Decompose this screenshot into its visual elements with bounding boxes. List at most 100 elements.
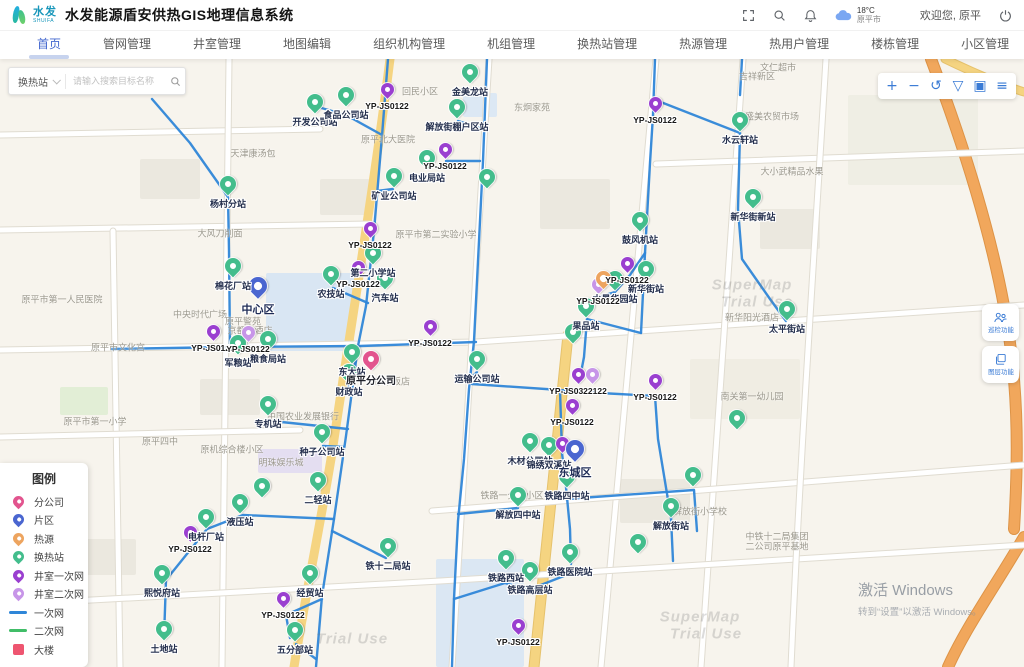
map-pin-label: 中心区 (242, 301, 275, 317)
nav-tab-0[interactable]: 首页 (16, 31, 82, 59)
map-pin-label: YP-JS0122 (261, 610, 304, 620)
map-pin-运输公司站[interactable] (466, 347, 489, 370)
nav-tab-8[interactable]: 热用户管理 (748, 31, 850, 59)
map-pin-土地站[interactable] (153, 617, 176, 640)
map-pin-js2[interactable] (583, 366, 601, 384)
map-pin-东大站[interactable] (341, 340, 364, 363)
map-pin-label: 东城区 (559, 464, 592, 480)
legend-label: 二次网 (34, 623, 64, 638)
map-pin-YP-JS0122[interactable] (204, 323, 222, 341)
nav-tab-3[interactable]: 地图编辑 (262, 31, 352, 59)
map-pin-label: YP-JS0322122 (549, 386, 607, 396)
inspection-tool-label: 巡检功能 (988, 325, 1014, 334)
map-pin-YP-JS0122[interactable] (646, 95, 664, 113)
zoom-out-control[interactable]: − (903, 73, 925, 99)
map-pin-YP-JS0122[interactable] (436, 141, 454, 159)
map-pin-YP-JS0122[interactable] (421, 318, 439, 336)
zoom-in-control[interactable]: + (881, 73, 903, 99)
map-pin-液压站[interactable] (229, 490, 252, 513)
layers-tool-button[interactable]: 图层功能 (982, 346, 1019, 383)
map-pin-hx[interactable] (682, 463, 705, 486)
map-pin-铁路医院站[interactable] (559, 540, 582, 563)
search-input[interactable] (66, 76, 165, 86)
map-pin-YP-JS0122[interactable] (563, 397, 581, 415)
map-pin-解放街站[interactable] (660, 494, 683, 517)
map-pin-新华街新站[interactable] (742, 185, 765, 208)
map-pin-label: 汽车站 (371, 291, 398, 304)
search-category-select[interactable]: 换热站 (9, 74, 65, 89)
city-label: 原平市 (857, 15, 881, 24)
map-controls-toolbar: +−↺▽▣≡ (878, 73, 1016, 99)
map-pin-铁十二局站[interactable] (377, 534, 400, 557)
map-pin-棉花厂站[interactable] (222, 254, 245, 277)
map-container[interactable]: 原平实验中学回民小区东炯家苑文仁超市吉祥新区天津康汤包原平北大医院盛美农贸市场大… (0, 59, 1024, 667)
map-pin-种子公司站[interactable] (311, 420, 334, 443)
map-pin-解放四中站[interactable] (507, 483, 530, 506)
measure-control[interactable]: ▽ (947, 73, 969, 99)
nav-tab-1[interactable]: 管网管理 (82, 31, 172, 59)
legend-pin-icon (10, 530, 26, 546)
nav-tab-9[interactable]: 楼栋管理 (850, 31, 940, 59)
map-pin-label: YP-JS0122 (226, 344, 269, 354)
cloud-icon (835, 9, 852, 21)
legend-label: 片区 (34, 512, 54, 527)
nav-tab-4[interactable]: 组织机构管理 (352, 31, 466, 59)
map-pin-解放街棚户区站[interactable] (446, 95, 469, 118)
legend-square-icon (13, 644, 24, 655)
map-pin-太平街站[interactable] (776, 297, 799, 320)
map-pin-电杆厂站[interactable] (195, 505, 218, 528)
map-pin-YP-JS0122[interactable] (274, 590, 292, 608)
map-pin-五分部站[interactable] (284, 618, 307, 641)
select-area-control[interactable]: ▣ (969, 73, 991, 99)
map-pin-YP-JS0122[interactable] (646, 372, 664, 390)
map-legend: 图例 分公司片区热源换热站井室一次网井室二次网一次网二次网大楼 (0, 463, 88, 667)
map-pin-水云轩站[interactable] (729, 108, 752, 131)
fullscreen-icon[interactable] (742, 8, 756, 22)
map-pin-杨村分站[interactable] (217, 172, 240, 195)
map-pin-label: 解放街站 (653, 519, 689, 532)
logout-icon[interactable] (998, 8, 1012, 22)
nav-tab-2[interactable]: 井室管理 (172, 31, 262, 59)
map-pin-经贸站[interactable] (299, 561, 322, 584)
map-pin-hx[interactable] (251, 474, 274, 497)
map-pin-二轻站[interactable] (307, 468, 330, 491)
map-pin-label: 铁路四中站 (544, 489, 589, 502)
map-pin-YP-JS0122[interactable] (361, 220, 379, 238)
map-pin-hx[interactable] (476, 165, 499, 188)
map-pin-label: 铁十二局站 (365, 559, 410, 572)
inspection-tool-button[interactable]: 巡检功能 (982, 304, 1019, 341)
map-pin-金美龙站[interactable] (459, 60, 482, 83)
map-pin-label: 原平分公司 (346, 372, 396, 387)
nav-tab-6[interactable]: 换热站管理 (556, 31, 658, 59)
map-pin-hx[interactable] (726, 406, 749, 429)
map-pin-食品公司站[interactable] (335, 83, 358, 106)
map-pin-矿业公司站[interactable] (383, 164, 406, 187)
people-icon (993, 311, 1008, 324)
search-submit-icon[interactable] (165, 76, 185, 87)
list-control[interactable]: ≡ (991, 73, 1013, 99)
map-pin-YP-JS0122[interactable] (378, 81, 396, 99)
map-pin-专机站[interactable] (257, 392, 280, 415)
map-pin-YP-JS0322122[interactable] (569, 366, 587, 384)
logo-text: 水发 SHUIFA (33, 7, 57, 24)
nav-tab-10[interactable]: 小区管理 (940, 31, 1024, 59)
search-icon[interactable] (773, 8, 787, 22)
map-pin-label: YP-JS0122 (605, 275, 648, 285)
map-pin-label: YP-JS0122 (633, 392, 676, 402)
map-pin-熙悦府站[interactable] (151, 561, 174, 584)
map-pin-hx[interactable] (627, 530, 650, 553)
map-pin-铁路西站[interactable] (495, 546, 518, 569)
map-pin-YP-JS0122[interactable] (509, 617, 527, 635)
nav-tab-7[interactable]: 热源管理 (658, 31, 748, 59)
map-pin-鼓风机站[interactable] (629, 208, 652, 231)
legend-label: 大楼 (34, 642, 54, 657)
reset-control[interactable]: ↺ (925, 73, 947, 99)
map-pin-YP-JS0122[interactable] (618, 255, 636, 273)
map-pin-木材公司站[interactable] (519, 429, 542, 452)
legend-item-0: 分公司 (0, 492, 88, 511)
map-pin-label: 军粮站 (224, 356, 251, 369)
nav-tab-5[interactable]: 机组管理 (466, 31, 556, 59)
legend-line-icon (9, 611, 27, 614)
bell-icon[interactable] (804, 8, 818, 22)
weather-widget[interactable]: 18°C 原平市 (835, 6, 881, 24)
